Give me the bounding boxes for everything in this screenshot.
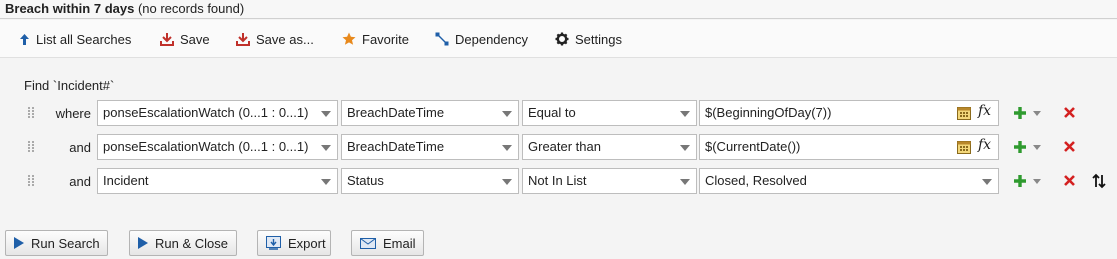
toolbar: List all Searches Save Save as... Favori…	[0, 20, 1117, 58]
value-input[interactable]: $(BeginningOfDay(7))	[699, 100, 999, 126]
operator-select[interactable]: Not In List	[522, 168, 697, 194]
chevron-down-icon	[321, 111, 331, 117]
chevron-down-icon	[502, 111, 512, 117]
field-select[interactable]: Status	[341, 168, 519, 194]
delete-icon[interactable]	[1063, 140, 1076, 153]
fx-icon[interactable]: fx	[978, 137, 991, 153]
save-icon	[160, 33, 174, 46]
drag-handle-icon[interactable]	[28, 141, 36, 153]
field-select[interactable]: BreachDateTime	[341, 100, 519, 126]
add-icon[interactable]	[1012, 139, 1028, 155]
drag-handle-icon[interactable]	[28, 107, 36, 119]
list-all-searches-button[interactable]: List all Searches	[19, 30, 131, 48]
object-select[interactable]: ponseEscalationWatch (0...1 : 0...1)	[97, 100, 338, 126]
chevron-down-icon	[321, 145, 331, 151]
object-select[interactable]: ponseEscalationWatch (0...1 : 0...1)	[97, 134, 338, 160]
criteria-row: and Incident Status Not In List Closed, …	[0, 168, 1117, 196]
email-icon	[360, 238, 376, 249]
add-icon[interactable]	[1012, 173, 1028, 189]
value-select[interactable]: Closed, Resolved	[699, 168, 999, 194]
criteria-row: and ponseEscalationWatch (0...1 : 0...1)…	[0, 134, 1117, 162]
field-select[interactable]: BreachDateTime	[341, 134, 519, 160]
export-icon	[266, 235, 281, 250]
add-menu-chevron-icon[interactable]	[1033, 111, 1041, 116]
chevron-down-icon	[321, 179, 331, 185]
add-icon[interactable]	[1012, 105, 1028, 121]
dependency-icon	[435, 32, 449, 46]
criteria-row: where ponseEscalationWatch (0...1 : 0...…	[0, 100, 1117, 128]
drag-handle-icon[interactable]	[28, 175, 36, 187]
run-search-button[interactable]: Run Search	[5, 230, 108, 256]
title-bar: Breach within 7 days (no records found)	[0, 0, 1117, 19]
chevron-down-icon	[680, 145, 690, 151]
play-icon	[138, 237, 148, 249]
export-button[interactable]: Export	[257, 230, 331, 256]
dependency-button[interactable]: Dependency	[435, 30, 528, 48]
calendar-icon[interactable]	[957, 106, 971, 120]
save-as-icon	[236, 33, 250, 46]
chevron-down-icon	[502, 145, 512, 151]
delete-icon[interactable]	[1063, 106, 1076, 119]
calendar-icon[interactable]	[957, 140, 971, 154]
chevron-down-icon	[502, 179, 512, 185]
add-menu-chevron-icon[interactable]	[1033, 145, 1041, 150]
sort-icon[interactable]	[1092, 173, 1106, 189]
chevron-down-icon	[680, 179, 690, 185]
run-close-button[interactable]: Run & Close	[129, 230, 237, 256]
object-select[interactable]: Incident	[97, 168, 338, 194]
chevron-down-icon	[982, 179, 992, 185]
email-button[interactable]: Email	[351, 230, 424, 256]
row-keyword: and	[69, 174, 91, 189]
operator-select[interactable]: Equal to	[522, 100, 697, 126]
operator-select[interactable]: Greater than	[522, 134, 697, 160]
row-keyword: and	[69, 140, 91, 155]
chevron-down-icon	[680, 111, 690, 117]
find-label: Find `Incident#`	[24, 78, 115, 93]
row-keyword: where	[55, 106, 91, 121]
save-button[interactable]: Save	[160, 30, 210, 48]
save-as-button[interactable]: Save as...	[236, 30, 314, 48]
value-input[interactable]: $(CurrentDate())	[699, 134, 999, 160]
fx-icon[interactable]: fx	[978, 103, 991, 119]
arrow-up-icon	[20, 33, 29, 45]
settings-button[interactable]: Settings	[555, 30, 622, 48]
search-title: Breach within 7 days	[5, 1, 135, 16]
delete-icon[interactable]	[1063, 174, 1076, 187]
favorite-button[interactable]: Favorite	[342, 30, 409, 48]
gear-icon	[555, 32, 569, 46]
play-icon	[14, 237, 24, 249]
star-icon	[342, 32, 356, 45]
add-menu-chevron-icon[interactable]	[1033, 179, 1041, 184]
search-status: (no records found)	[137, 1, 245, 16]
